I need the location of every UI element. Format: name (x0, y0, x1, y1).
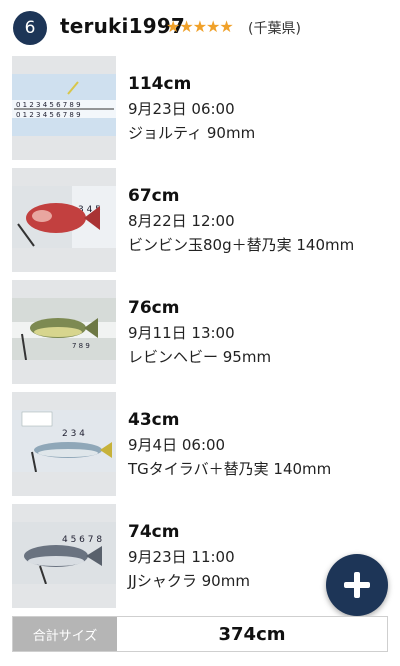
fish-photo-image: 4 5 6 7 8 (12, 522, 116, 584)
fish-photo-image: 3 4 5 (12, 186, 116, 248)
svg-text:0 1 2 3 4 5 6 7 8 9: 0 1 2 3 4 5 6 7 8 9 (16, 101, 81, 109)
fish-photo-image: 2 3 4 (12, 410, 116, 472)
angler-header: 6 teruki1997 ★★★★★ (千葉県) (0, 0, 400, 56)
catch-photo[interactable]: 7 8 9 (12, 280, 116, 384)
catch-item[interactable]: 3 4 5 67cm 8月22日 12:00 ビンビン玉80g＋替乃実 140m… (0, 168, 400, 272)
plus-icon-vertical (354, 572, 360, 598)
catch-item[interactable]: 7 8 9 76cm 9月11日 13:00 レビンヘビー 95mm (0, 280, 400, 384)
fish-photo-image: 7 8 9 (12, 298, 116, 360)
catch-tackle: レビンヘビー 95mm (128, 348, 272, 366)
catch-size: 43cm (128, 410, 180, 430)
total-size-bar: 合計サイズ 374cm (12, 616, 388, 652)
catch-photo[interactable]: 0 1 2 3 4 5 6 7 8 9 0 1 2 3 4 5 6 7 8 9 (12, 56, 116, 160)
fish-photo-image: 0 1 2 3 4 5 6 7 8 9 0 1 2 3 4 5 6 7 8 9 (12, 74, 116, 136)
catch-date: 8月22日 12:00 (128, 212, 235, 230)
total-size-value: 374cm (218, 623, 286, 645)
rank-badge: 6 (13, 11, 47, 45)
catch-tackle: TGタイラバ＋替乃実 140mm (128, 460, 332, 478)
prefecture-label: (千葉県) (248, 21, 301, 37)
add-catch-button[interactable] (326, 554, 388, 616)
catch-tackle: ビンビン玉80g＋替乃実 140mm (128, 236, 355, 254)
catch-size: 67cm (128, 186, 180, 206)
catch-tackle: JJシャクラ 90mm (128, 572, 250, 590)
catch-size: 114cm (128, 74, 192, 94)
svg-text:0 1 2 3 4 5 6 7 8 9: 0 1 2 3 4 5 6 7 8 9 (16, 111, 81, 119)
catch-tackle: ジョルティ 90mm (128, 124, 256, 142)
catch-photo[interactable]: 3 4 5 (12, 168, 116, 272)
catch-date: 9月4日 06:00 (128, 436, 226, 454)
catch-date: 9月11日 13:00 (128, 324, 235, 342)
rating-stars: ★★★★★ (166, 17, 234, 36)
catch-size: 76cm (128, 298, 180, 318)
svg-text:4 5 6 7 8: 4 5 6 7 8 (62, 535, 102, 545)
catch-photo[interactable]: 4 5 6 7 8 (12, 504, 116, 608)
catch-item[interactable]: 2 3 4 43cm 9月4日 06:00 TGタイラバ＋替乃実 140mm (0, 392, 400, 496)
catch-date: 9月23日 06:00 (128, 100, 235, 118)
catch-date: 9月23日 11:00 (128, 548, 235, 566)
catch-photo[interactable]: 2 3 4 (12, 392, 116, 496)
catch-item[interactable]: 0 1 2 3 4 5 6 7 8 9 0 1 2 3 4 5 6 7 8 9 … (0, 56, 400, 160)
total-size-label: 合計サイズ (13, 617, 117, 651)
catch-size: 74cm (128, 522, 180, 542)
svg-text:2 3 4: 2 3 4 (62, 429, 85, 439)
svg-text:7 8 9: 7 8 9 (72, 342, 90, 350)
